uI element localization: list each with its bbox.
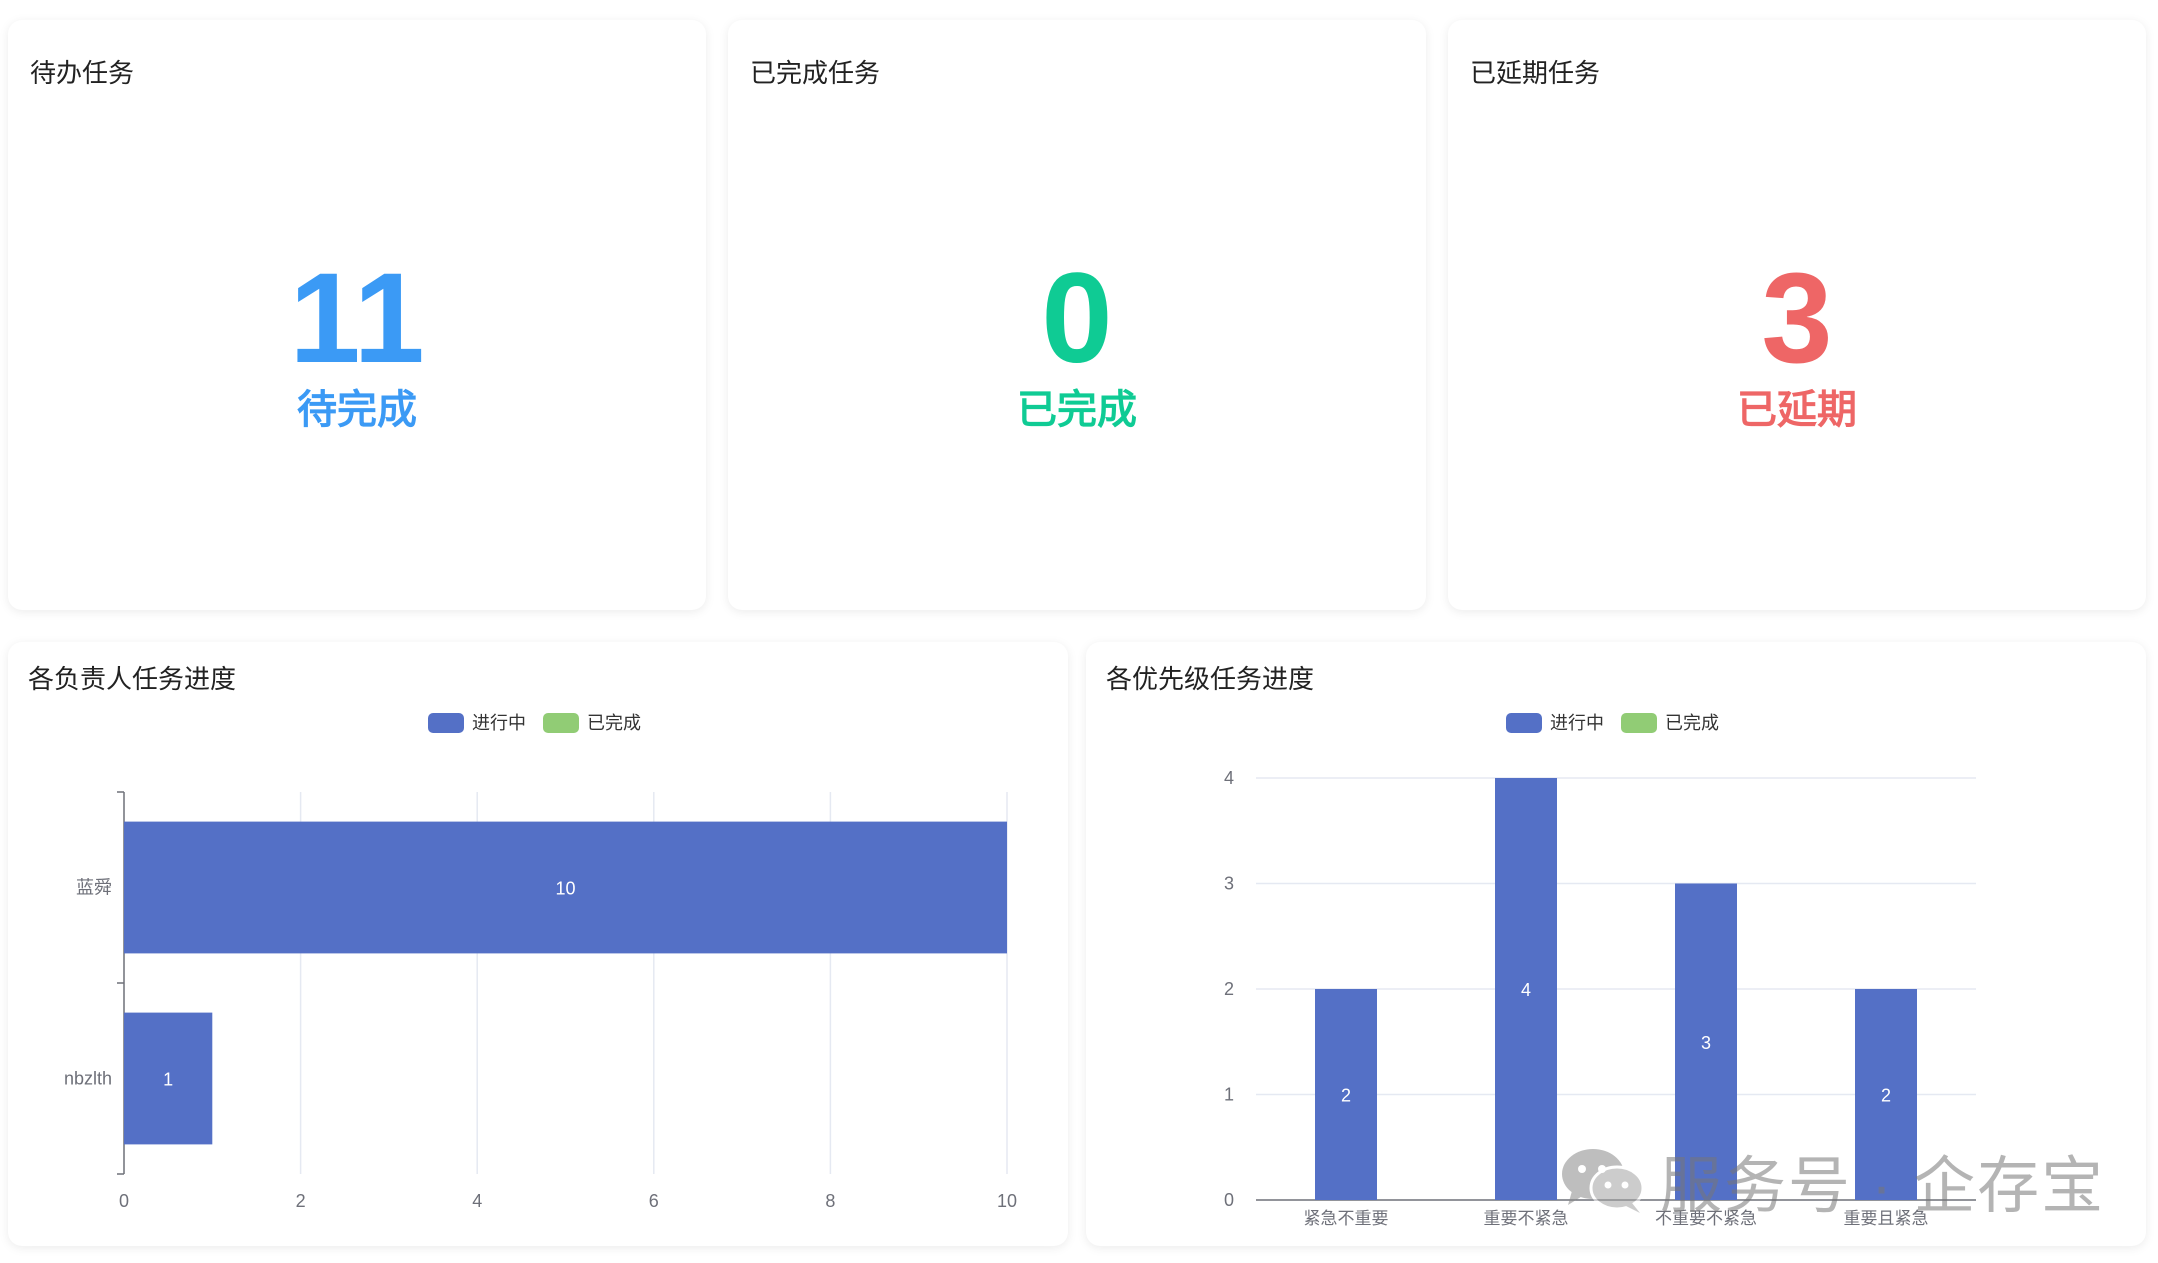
y-tick-label: 3 [1224,874,1234,894]
x-category-label: 紧急不重要 [1304,1209,1389,1228]
card-title: 已延期任务 [1470,58,1601,88]
owner-progress-card: 各负责人任务进度 进行中 已完成 0 2 4 6 8 10 蓝舜 10 nbzlth 1 [8,642,1068,1246]
bar-data-label: 10 [555,879,575,899]
overdue-tasks-card: 已延期任务 3 已延期 [1448,20,2146,610]
watermark: 服务号 · 企存宝 [1560,1140,2105,1221]
legend-swatch-completed [543,713,579,733]
watermark-text: 服务号 · 企存宝 [1660,1152,2106,1221]
wechat-icon [1562,1149,1645,1213]
completed-label: 已完成 [1017,388,1137,432]
completed-count: 0 [1041,247,1113,390]
legend-swatch-in-progress [1506,713,1542,733]
x-tick-label: 0 [119,1191,129,1211]
x-tick-label: 10 [997,1191,1017,1211]
y-tick-label: 2 [1224,979,1234,999]
y-tick-label: 0 [1224,1190,1234,1210]
y-category-label: 蓝舜 [76,878,112,898]
bar-data-label: 1 [163,1070,173,1090]
y-tick-label: 4 [1224,768,1234,788]
card-title: 已完成任务 [750,58,881,88]
x-category-label: 重要不紧急 [1484,1209,1569,1228]
y-category-label: nbzlth [64,1069,112,1089]
bar-data-label: 2 [1341,1086,1351,1106]
legend-label: 进行中 [1550,713,1604,733]
owner-bar-chart: 进行中 已完成 0 2 4 6 8 10 蓝舜 10 nbzlth 1 [64,713,1017,1211]
overdue-count: 3 [1761,247,1833,390]
x-tick-label: 4 [472,1191,482,1211]
legend-label: 已完成 [1665,713,1719,733]
completed-tasks-card: 已完成任务 0 已完成 [728,20,1426,610]
pending-tasks-card: 待办任务 11 待完成 [8,20,706,610]
legend-label: 已完成 [587,713,641,733]
overdue-label: 已延期 [1737,388,1857,432]
bar-data-label: 4 [1521,980,1531,1000]
x-tick-label: 6 [649,1191,659,1211]
pending-label: 待完成 [297,388,417,432]
legend-swatch-in-progress [428,713,464,733]
bar-data-label: 2 [1881,1086,1891,1106]
legend-label: 进行中 [472,713,526,733]
legend-swatch-completed [1621,713,1657,733]
x-tick-label: 2 [296,1191,306,1211]
x-tick-label: 8 [825,1191,835,1211]
bar-data-label: 3 [1701,1033,1711,1053]
y-tick-label: 1 [1224,1085,1234,1105]
pending-count: 11 [289,247,425,390]
card-title: 待办任务 [30,58,135,88]
